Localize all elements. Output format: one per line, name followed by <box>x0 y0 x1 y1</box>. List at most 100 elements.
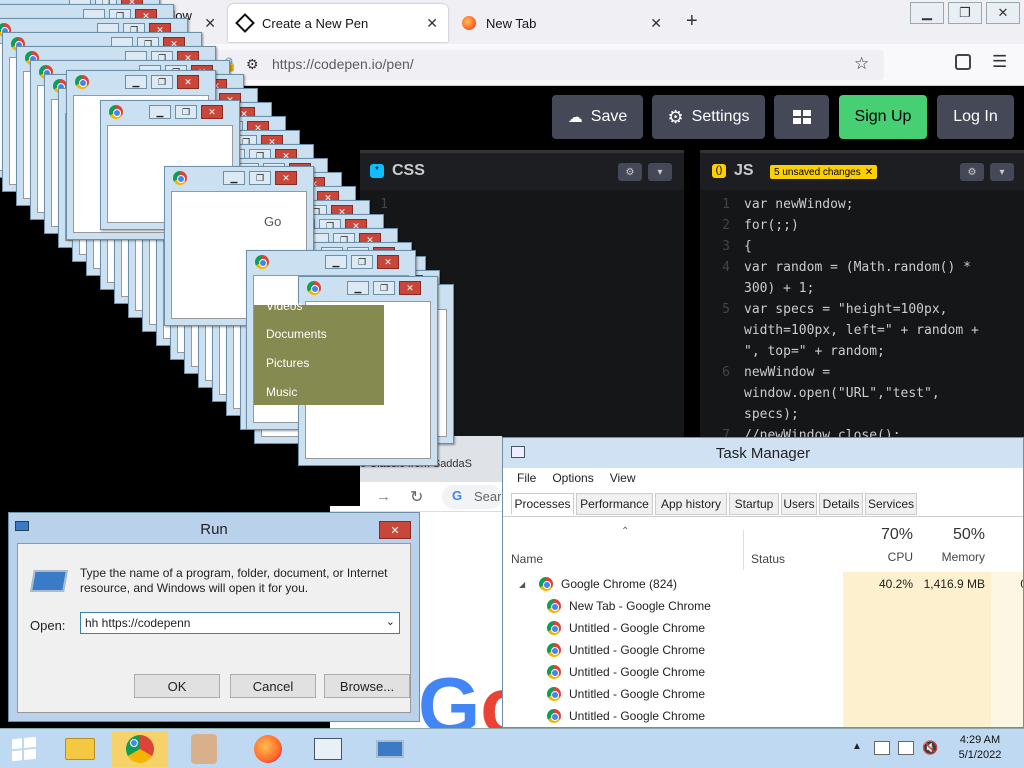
menu-view[interactable]: View <box>610 471 636 485</box>
chrome-omnibox[interactable]: G Sear <box>442 485 502 509</box>
reload-icon[interactable]: ↻ <box>410 487 423 507</box>
open-input-value[interactable]: hh https://codepenn <box>85 616 190 630</box>
minimize-button[interactable]: ▁ <box>347 281 369 295</box>
tab-users[interactable]: Users <box>781 493 817 515</box>
close-button[interactable]: ✕ <box>377 255 399 269</box>
process-row[interactable]: Untitled - Google Chrome <box>503 705 1023 727</box>
cancel-button[interactable]: Cancel <box>230 674 316 698</box>
avatar-icon <box>191 734 217 764</box>
close-button[interactable]: ✕ <box>275 171 297 185</box>
menu-icon[interactable]: ☰ <box>992 52 1007 72</box>
maximize-button[interactable]: ❐ <box>373 281 395 295</box>
new-tab-button[interactable]: + <box>686 10 698 33</box>
process-row[interactable]: Untitled - Google Chrome <box>503 617 1023 639</box>
tab-startup[interactable]: Startup <box>729 493 779 515</box>
close-tab-icon[interactable]: ✕ <box>426 15 438 32</box>
close-button[interactable]: ✕ <box>201 105 223 119</box>
menu-options[interactable]: Options <box>552 471 593 485</box>
close-button[interactable]: ✕ <box>177 75 199 89</box>
close-button[interactable]: ✕ <box>379 521 411 539</box>
taskbar-run[interactable] <box>362 731 418 767</box>
tab-new-tab[interactable]: New Tab ✕ <box>452 4 672 42</box>
action-center-icon[interactable] <box>874 741 890 755</box>
taskbar-task-manager[interactable] <box>300 731 356 767</box>
process-row[interactable]: Untitled - Google Chrome <box>503 683 1023 705</box>
taskbar-firefox[interactable] <box>240 731 296 767</box>
close-tab-icon[interactable]: ✕ <box>204 15 216 32</box>
minimize-button[interactable]: ▁ <box>149 105 171 119</box>
tab-app-history[interactable]: App history <box>655 493 727 515</box>
maximize-button[interactable]: ❐ <box>249 171 271 185</box>
pocket-icon[interactable] <box>955 54 971 70</box>
folder-icon <box>65 738 95 760</box>
network-icon[interactable] <box>898 741 914 755</box>
minimize-button[interactable]: ▁ <box>910 2 944 24</box>
permissions-icon[interactable]: ⚙ <box>246 56 259 73</box>
chrome-icon <box>547 665 561 679</box>
process-name: Untitled - Google Chrome <box>569 665 706 679</box>
maximize-button[interactable]: ❐ <box>351 255 373 269</box>
js-collapse-icon[interactable]: ▾ <box>990 163 1014 181</box>
folder-documents[interactable]: Documents <box>266 327 327 341</box>
tab-services[interactable]: Services <box>865 493 917 515</box>
folder-music[interactable]: Music <box>266 385 297 399</box>
signup-button[interactable]: Sign Up <box>839 95 927 139</box>
taskbar-file-explorer[interactable] <box>52 731 108 767</box>
save-button[interactable]: ☁ Save <box>552 95 643 139</box>
settings-button[interactable]: ⚙ Settings <box>652 95 765 139</box>
close-button[interactable]: ✕ <box>399 281 421 295</box>
process-row[interactable]: ◢ Google Chrome (824) 40.2% 1,416.9 MB 0.1 <box>503 573 1023 595</box>
tab-performance[interactable]: Performance <box>576 493 653 515</box>
maximize-button[interactable]: ❐ <box>175 105 197 119</box>
maximize-button[interactable]: ❐ <box>151 75 173 89</box>
layout-button[interactable] <box>774 95 829 139</box>
col-memory[interactable]: Memory <box>915 550 985 564</box>
process-row[interactable]: Untitled - Google Chrome <box>503 661 1023 683</box>
folder-pictures[interactable]: Pictures <box>266 356 309 370</box>
taskbar-user-app[interactable] <box>176 731 232 767</box>
tab-details[interactable]: Details <box>819 493 863 515</box>
chevron-down-icon[interactable]: ⌄ <box>386 615 395 628</box>
browse-button[interactable]: Browse... <box>324 674 410 698</box>
minimize-button[interactable]: ▁ <box>325 255 347 269</box>
js-code-area[interactable]: 1 var newWindow; 2 for(;;) 3 {4 var random = (… <box>700 190 1024 443</box>
js-settings-icon[interactable]: ⚙ <box>960 163 984 181</box>
col-name[interactable]: Name <box>511 552 543 566</box>
process-row[interactable]: Untitled - Google Chrome <box>503 639 1023 661</box>
tab-label: Create a New Pen <box>262 15 369 31</box>
process-row[interactable]: New Tab - Google Chrome <box>503 595 1023 617</box>
maximize-button[interactable]: ❐ <box>948 2 982 24</box>
unsaved-badge[interactable]: 5 unsaved changes ✕ <box>770 165 878 179</box>
layout-grid-icon <box>792 110 811 124</box>
chrome-icon <box>539 577 553 591</box>
css-settings-icon[interactable]: ⚙ <box>618 163 642 181</box>
css-collapse-icon[interactable]: ▾ <box>648 163 672 181</box>
ok-button[interactable]: OK <box>134 674 220 698</box>
menu-file[interactable]: File <box>517 471 536 485</box>
tab-processes[interactable]: Processes <box>511 493 574 515</box>
col-cpu[interactable]: CPU <box>843 550 913 564</box>
minimize-button[interactable]: ▁ <box>223 171 245 185</box>
close-window-button[interactable]: ✕ <box>986 2 1020 24</box>
minimize-button[interactable]: ▁ <box>125 75 147 89</box>
open-combobox[interactable]: hh https://codepenn ⌄ <box>80 612 400 634</box>
expand-arrow-icon[interactable]: ◢ <box>519 580 525 589</box>
start-button[interactable] <box>0 731 48 767</box>
clock[interactable]: 4:29 AM 5/1/2022 <box>950 733 1010 763</box>
close-tab-icon[interactable]: ✕ <box>650 15 662 32</box>
forward-icon[interactable]: → <box>376 488 391 505</box>
code-line: ", top=" + random; <box>744 344 885 359</box>
tab-create-pen[interactable]: Create a New Pen ✕ <box>228 4 448 42</box>
folder-videos[interactable]: Videos <box>266 299 302 313</box>
code-line: for(;;) <box>744 218 799 233</box>
bookmark-star-icon[interactable]: ☆ <box>854 54 869 74</box>
login-button[interactable]: Log In <box>937 95 1014 139</box>
close-icon[interactable]: ✕ <box>865 167 873 178</box>
col-status[interactable]: Status <box>751 552 785 566</box>
run-icon <box>30 570 68 592</box>
taskbar-chrome[interactable] <box>112 731 168 767</box>
chrome-icon <box>547 687 561 701</box>
tray-expand-icon[interactable]: ▲ <box>852 741 862 752</box>
url-field[interactable]: 🔒 ⚙ https://codepen.io/pen/ ☆ <box>206 50 884 80</box>
volume-muted-icon[interactable]: 🔇 <box>922 740 938 756</box>
